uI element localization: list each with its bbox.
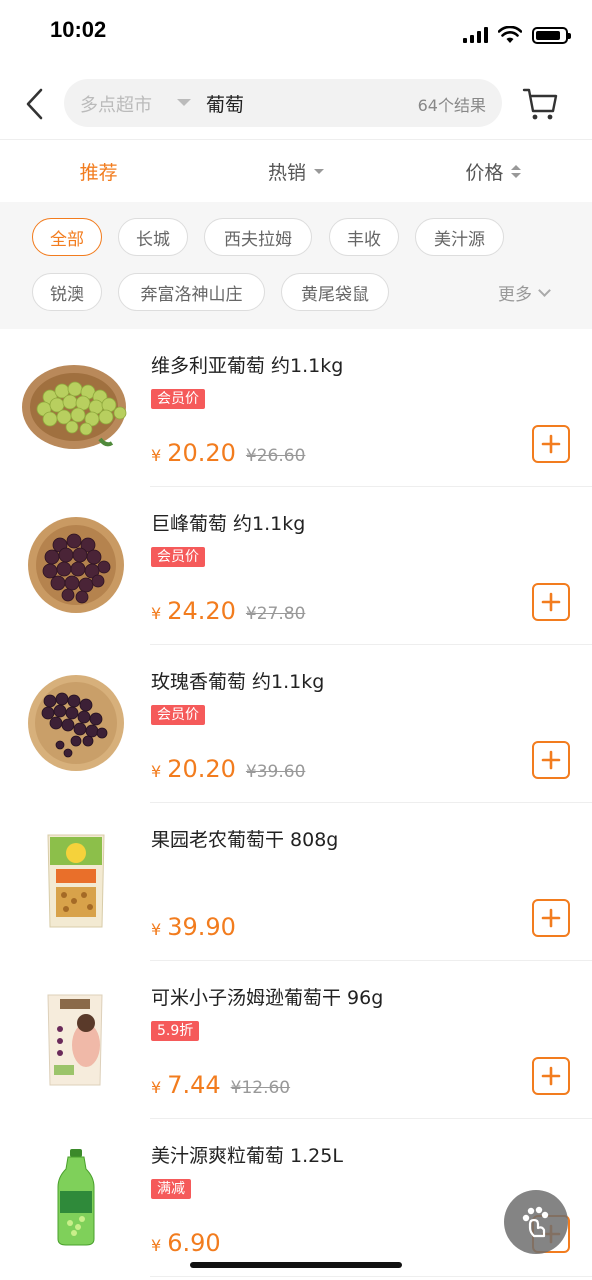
original-price: ¥27.80: [245, 604, 306, 624]
product-image: [47, 834, 105, 928]
brand-chip[interactable]: 奔富洛神山庄: [118, 273, 265, 311]
product-card[interactable]: 美汁源爽粒葡萄 1.25L 满减 ¥ 6.90: [0, 1119, 592, 1277]
product-name: 维多利亚葡萄 约1.1kg: [151, 355, 344, 377]
search-query[interactable]: 葡萄: [206, 90, 244, 117]
price-row: ¥ 7.44 ¥12.60: [151, 1071, 290, 1099]
product-image: [47, 994, 103, 1086]
current-price: 7.44: [167, 1071, 221, 1099]
add-to-cart-button[interactable]: [532, 1057, 570, 1095]
chevron-left-icon: [26, 88, 43, 120]
price-row: ¥ 39.90: [151, 913, 236, 941]
product-name: 可米小子汤姆逊葡萄干 96g: [151, 987, 384, 1009]
floating-assistant-button[interactable]: [504, 1190, 568, 1254]
tab-label: 推荐: [79, 161, 118, 184]
currency-symbol: ¥: [151, 762, 162, 781]
plus-icon: [541, 1066, 561, 1086]
product-name: 巨峰葡萄 约1.1kg: [151, 513, 306, 535]
brand-chip[interactable]: 锐澳: [32, 273, 102, 311]
member-price-badge: 会员价: [151, 389, 205, 409]
status-icons: [463, 26, 571, 44]
tab-hot-sales[interactable]: 热销: [197, 140, 394, 202]
product-card[interactable]: 巨峰葡萄 约1.1kg 会员价 ¥ 24.20 ¥27.80: [0, 487, 592, 645]
touch-gesture-icon: [522, 1206, 549, 1238]
cellular-signal-icon: [463, 27, 488, 43]
tab-recommended[interactable]: 推荐: [0, 140, 197, 202]
promo-badge: 满减: [151, 1179, 191, 1199]
brand-chip[interactable]: 长城: [118, 218, 188, 256]
original-price: ¥39.60: [245, 762, 306, 782]
back-button[interactable]: [20, 84, 52, 124]
caret-down-icon: [177, 99, 191, 106]
sort-tabs: 推荐 热销 价格: [0, 140, 592, 202]
product-card[interactable]: 维多利亚葡萄 约1.1kg 会员价 ¥ 20.20 ¥26.60: [0, 329, 592, 487]
add-to-cart-button[interactable]: [532, 583, 570, 621]
tab-price[interactable]: 价格: [395, 140, 592, 202]
price-row: ¥ 24.20 ¥27.80: [151, 597, 305, 625]
current-price: 24.20: [167, 597, 236, 625]
current-price: 39.90: [167, 913, 236, 941]
product-name: 玫瑰香葡萄 约1.1kg: [151, 671, 325, 693]
add-to-cart-button[interactable]: [532, 425, 570, 463]
current-price: 20.20: [167, 755, 236, 783]
add-to-cart-button[interactable]: [532, 741, 570, 779]
product-name: 美汁源爽粒葡萄 1.25L: [151, 1145, 343, 1167]
original-price: ¥12.60: [230, 1078, 291, 1098]
current-price: 6.90: [167, 1229, 221, 1257]
price-row: ¥ 6.90: [151, 1229, 221, 1257]
brand-chip[interactable]: 美汁源: [415, 218, 504, 256]
plus-icon: [541, 592, 561, 612]
tab-label: 热销: [267, 161, 306, 184]
brand-chip[interactable]: 丰收: [329, 218, 399, 256]
plus-icon: [541, 750, 561, 770]
more-label: 更多: [498, 285, 532, 305]
status-bar: 10:02: [0, 0, 592, 64]
caret-down-icon: [314, 168, 324, 174]
product-card[interactable]: 玫瑰香葡萄 约1.1kg 会员价 ¥ 20.20 ¥39.60: [0, 645, 592, 803]
product-card[interactable]: 果园老农葡萄干 808g ¥ 39.90: [0, 803, 592, 961]
plus-icon: [541, 434, 561, 454]
original-price: ¥26.60: [245, 446, 306, 466]
store-scope-selector[interactable]: 多点超市: [80, 91, 152, 117]
member-price-badge: 会员价: [151, 547, 205, 567]
currency-symbol: ¥: [151, 604, 162, 623]
currency-symbol: ¥: [151, 1236, 162, 1255]
currency-symbol: ¥: [151, 920, 162, 939]
add-to-cart-button[interactable]: [532, 899, 570, 937]
plus-icon: [541, 908, 561, 928]
result-count: 64个结果: [417, 96, 486, 115]
discount-badge: 5.9折: [151, 1021, 200, 1041]
product-list: 维多利亚葡萄 约1.1kg 会员价 ¥ 20.20 ¥26.60 巨峰葡萄 约1…: [0, 329, 592, 1277]
brand-chip-all[interactable]: 全部: [32, 218, 102, 256]
brand-chip[interactable]: 黄尾袋鼠: [281, 273, 389, 311]
battery-icon: [532, 26, 571, 44]
product-name: 果园老农葡萄干 808g: [151, 829, 339, 851]
more-filters-button[interactable]: 更多: [498, 280, 551, 305]
currency-symbol: ¥: [151, 446, 162, 465]
tab-label: 价格: [465, 161, 504, 184]
status-time: 10:02: [50, 17, 107, 42]
currency-symbol: ¥: [151, 1078, 162, 1097]
search-box[interactable]: 多点超市 葡萄 64个结果: [64, 79, 502, 127]
product-image: [22, 365, 127, 449]
shopping-cart-icon: [522, 88, 558, 120]
search-header: 多点超市 葡萄 64个结果: [0, 64, 592, 140]
price-row: ¥ 20.20 ¥26.60: [151, 439, 305, 467]
battery-fill: [536, 30, 560, 40]
brand-chip[interactable]: 西夫拉姆: [204, 218, 312, 256]
brand-filter-area: 全部 长城 西夫拉姆 丰收 美汁源 锐澳 奔富洛神山庄 黄尾袋鼠 更多: [0, 202, 592, 329]
member-price-badge: 会员价: [151, 705, 205, 725]
price-row: ¥ 20.20 ¥39.60: [151, 755, 305, 783]
current-price: 20.20: [167, 439, 236, 467]
wifi-icon: [498, 26, 522, 43]
product-card[interactable]: 可米小子汤姆逊葡萄干 96g 5.9折 ¥ 7.44 ¥12.60: [0, 961, 592, 1119]
chevron-down-icon: [538, 283, 551, 297]
product-image: [28, 517, 124, 613]
sort-arrows-icon: [511, 164, 522, 178]
product-image: [57, 1149, 95, 1246]
product-image: [28, 675, 124, 771]
home-indicator[interactable]: [190, 1262, 402, 1268]
cart-button[interactable]: [520, 84, 560, 124]
